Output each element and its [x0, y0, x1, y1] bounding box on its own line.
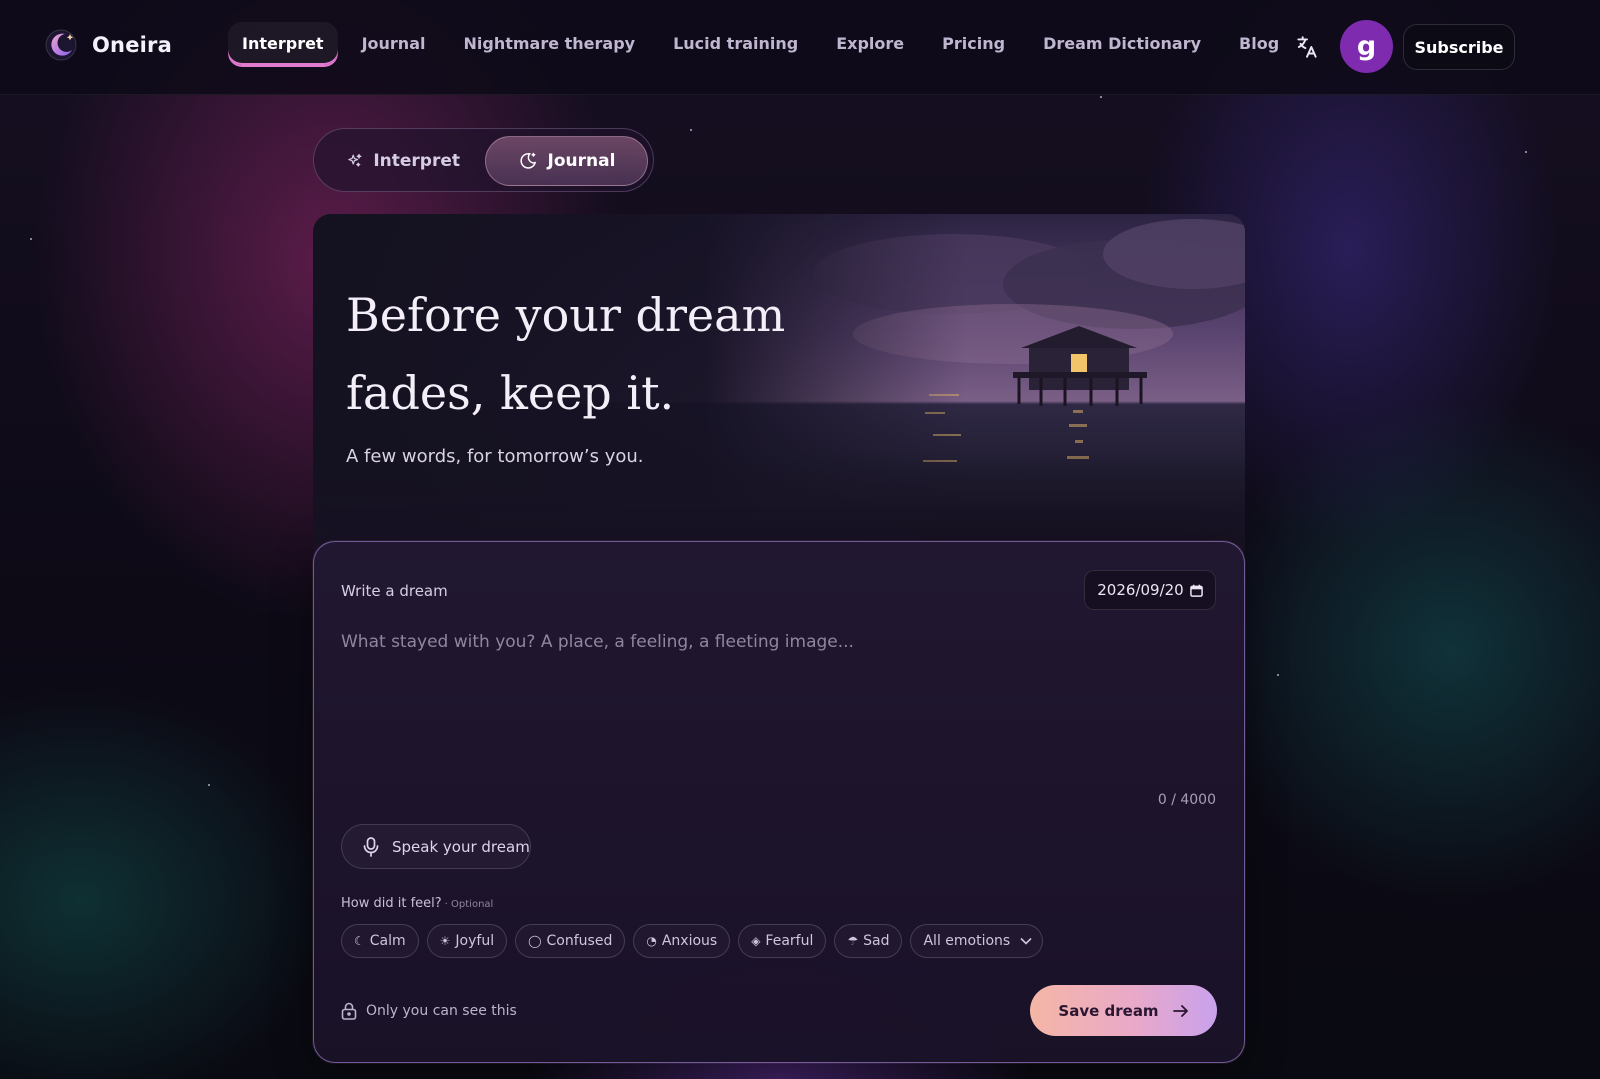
hero-banner: Before your dream fades, keep it. A few … [313, 214, 1245, 554]
mode-interpret-label: Interpret [373, 151, 460, 171]
emotion-chip-calm[interactable]: ☾ Calm [341, 924, 419, 958]
moon-icon: ☾ [354, 934, 365, 948]
emotion-chip-fearful[interactable]: ◈ Fearful [738, 924, 827, 958]
all-emotions-select[interactable]: All emotions [910, 924, 1044, 958]
emotion-chip-joyful[interactable]: ☀ Joyful [426, 924, 508, 958]
emotion-chip-label: Confused [546, 933, 613, 949]
chevron-down-icon [1020, 937, 1032, 945]
privacy-label: Only you can see this [366, 1003, 517, 1019]
mode-journal-label: Journal [547, 151, 616, 171]
dream-text-input[interactable] [341, 632, 1211, 782]
nav-link-explore[interactable]: Explore [822, 22, 918, 65]
dream-journal-form: Write a dream 2026/09/20 0 / 4000 Speak … [313, 541, 1245, 1063]
date-value: 2026/09/20 [1097, 581, 1184, 599]
nav-link-blog[interactable]: Blog [1225, 22, 1293, 65]
arrow-right-icon [1172, 1004, 1188, 1017]
brand-name: Oneira [92, 33, 172, 57]
optional-hint: · Optional [444, 899, 494, 910]
star-decoration [30, 238, 32, 240]
translate-icon[interactable] [1294, 34, 1320, 60]
subscribe-button[interactable]: Subscribe [1403, 24, 1515, 70]
emotion-chip-label: Fearful [765, 933, 814, 949]
emotion-chip-sad[interactable]: ☂ Sad [834, 924, 903, 958]
privacy-note: Only you can see this [341, 1002, 517, 1020]
sparkles-icon [348, 153, 362, 167]
emotion-chip-label: Anxious [661, 933, 718, 949]
emotion-chip-anxious[interactable]: ◔ Anxious [633, 924, 731, 958]
form-label: Write a dream [341, 582, 448, 600]
nav-link-journal[interactable]: Journal [348, 22, 440, 65]
nav-link-lucid-training[interactable]: Lucid training [659, 22, 812, 65]
character-count: 0 / 4000 [1157, 792, 1216, 808]
circle-icon: ◯ [528, 934, 542, 948]
all-emotions-label: All emotions [923, 933, 1011, 949]
emotion-chips: ☾ Calm ☀ Joyful ◯ Confused ◔ Anxious ◈ F… [341, 924, 1044, 958]
star-decoration [1277, 674, 1279, 676]
sun-icon: ☀ [439, 934, 451, 948]
brand[interactable]: Oneira [44, 28, 172, 62]
emotion-prompt-text: How did it feel? [341, 896, 442, 911]
nav-link-pricing[interactable]: Pricing [928, 22, 1019, 65]
diamond-icon: ◈ [751, 934, 761, 948]
calendar-icon [1189, 584, 1203, 597]
hero-subtitle: A few words, for tomorrow’s you. [346, 446, 644, 467]
emotion-chip-label: Sad [863, 933, 890, 949]
save-dream-button[interactable]: Save dream [1030, 985, 1217, 1036]
emotion-prompt: How did it feel? · Optional [341, 896, 493, 911]
emotion-chip-confused[interactable]: ◯ Confused [515, 924, 626, 958]
nav-link-nightmare-therapy[interactable]: Nightmare therapy [449, 22, 649, 65]
mode-journal-button[interactable]: Journal [485, 136, 648, 186]
mode-toggle: Interpret Journal [313, 128, 654, 192]
star-decoration [1525, 151, 1527, 153]
main-nav: Interpret Journal Nightmare therapy Luci… [228, 22, 1303, 65]
star-decoration [1100, 96, 1102, 98]
speak-dream-button[interactable]: Speak your dream [341, 824, 531, 869]
top-navigation: Oneira Interpret Journal Nightmare thera… [0, 0, 1600, 95]
nav-link-interpret[interactable]: Interpret [228, 22, 338, 65]
star-decoration [208, 784, 210, 786]
moon-logo-icon [45, 29, 77, 61]
nav-link-dream-dictionary[interactable]: Dream Dictionary [1029, 22, 1215, 65]
speak-dream-label: Speak your dream [392, 837, 530, 856]
lock-icon [341, 1002, 357, 1020]
emotion-chip-label: Joyful [455, 933, 495, 949]
emotion-chip-label: Calm [369, 933, 406, 949]
spiral-icon: ◔ [646, 934, 657, 948]
moon-icon [519, 152, 536, 169]
mode-interpret-button[interactable]: Interpret [324, 136, 482, 186]
date-picker[interactable]: 2026/09/20 [1084, 570, 1216, 610]
save-dream-label: Save dream [1058, 1001, 1159, 1020]
user-avatar[interactable]: g [1340, 20, 1393, 73]
microphone-icon [363, 836, 379, 857]
hero-title-line-1: Before your dream [346, 288, 786, 342]
hero-title-line-2: fades, keep it. [346, 366, 675, 420]
star-decoration [690, 129, 692, 131]
umbrella-icon: ☂ [847, 934, 859, 948]
hero-title: Before your dream fades, keep it. [346, 276, 786, 432]
